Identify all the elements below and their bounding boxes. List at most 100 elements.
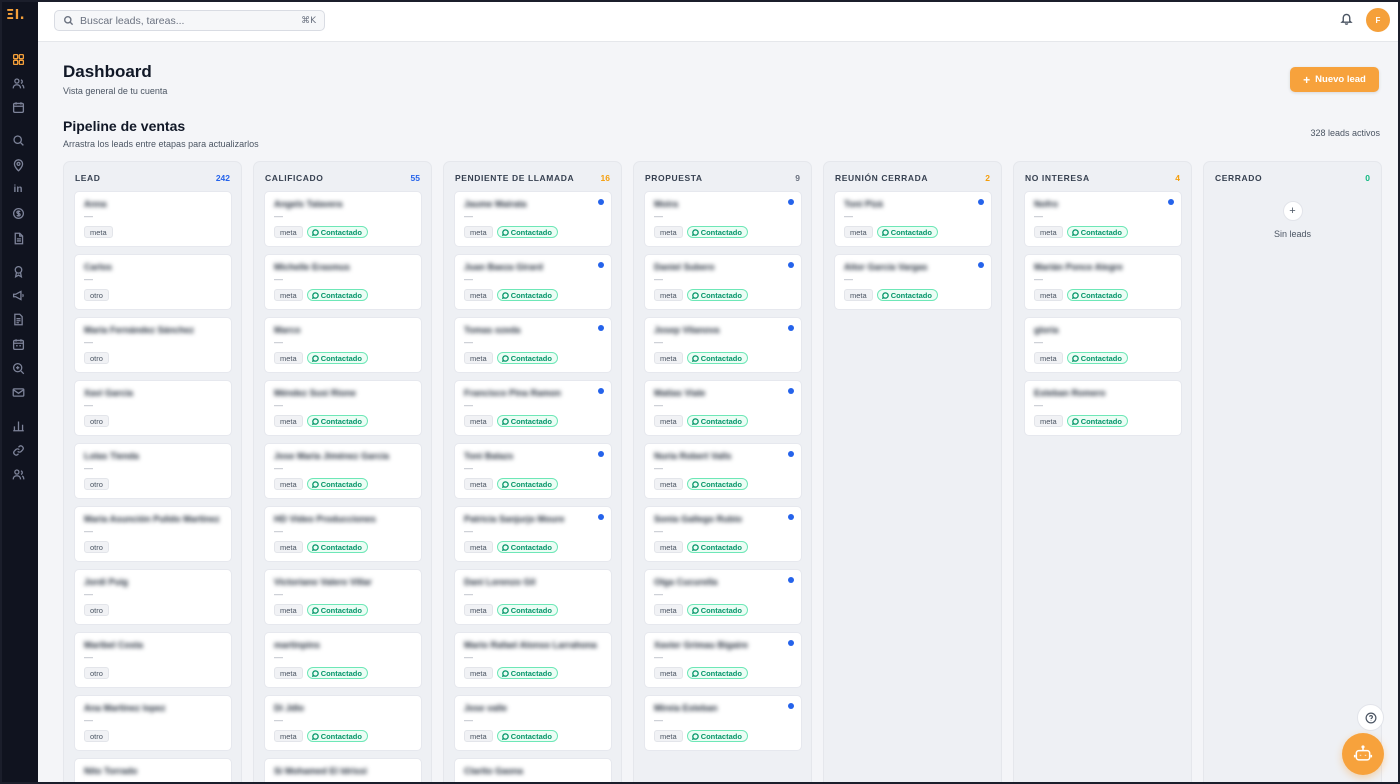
lead-detail: — — [274, 778, 283, 784]
help-button[interactable] — [1357, 704, 1384, 731]
lead-card[interactable]: Francisco Pina Ramon — meta Contactado — [454, 380, 612, 436]
lead-card[interactable]: Clarito Gaona—metaContactado — [454, 758, 612, 784]
search-icon — [64, 16, 74, 26]
lead-detail: — — [274, 589, 283, 599]
lead-card[interactable]: Dani Lorenzo Gil — meta Contactado — [454, 569, 612, 625]
lead-card[interactable]: Maria Asunción Pulido Martinez — otro — [74, 506, 232, 562]
status-badge: Contactado — [876, 226, 938, 238]
lead-tags: meta Contactado — [464, 667, 602, 679]
search-icon[interactable] — [9, 131, 27, 149]
lead-card[interactable]: Méndez Susi Rione — meta Contactado — [264, 380, 422, 436]
linkedin-icon[interactable]: in — [9, 180, 27, 198]
calendar-icon[interactable] — [9, 98, 27, 116]
lead-card[interactable]: Daniel Subero — meta Contactado — [644, 254, 802, 310]
lead-card[interactable]: Lolas Tienda — otro — [74, 443, 232, 499]
lead-detail: — — [84, 274, 93, 284]
lead-detail: — — [274, 652, 283, 662]
lead-card[interactable]: Maria Fernández Sánchez — otro — [74, 317, 232, 373]
lead-card[interactable]: Anna — meta — [74, 191, 232, 247]
lead-card[interactable]: Toni Balazs — meta Contactado — [454, 443, 612, 499]
notifications-bell-icon[interactable] — [1340, 12, 1356, 28]
status-label: Contactado — [700, 479, 742, 489]
lead-card[interactable]: Nofro — meta Contactado — [1024, 191, 1182, 247]
chat-bubble-icon — [501, 480, 509, 488]
lead-card[interactable]: Sonia Gallego Rubio — meta Contactado — [644, 506, 802, 562]
chat-bubble-icon — [691, 417, 699, 425]
lead-card[interactable]: Josep Vilanova — meta Contactado — [644, 317, 802, 373]
lead-card[interactable]: Esteban Romero — meta Contactado — [1024, 380, 1182, 436]
help-question-icon — [1365, 712, 1376, 723]
new-lead-button[interactable]: + Nuevo lead — [1290, 67, 1379, 92]
schedule-icon[interactable] — [9, 335, 27, 353]
status-label: Contactado — [510, 227, 552, 237]
dashboard-grid-icon[interactable] — [9, 50, 27, 68]
lead-card[interactable]: Jaume Mairata — meta Contactado — [454, 191, 612, 247]
source-tag: meta — [274, 730, 303, 742]
megaphone-icon[interactable] — [9, 286, 27, 304]
badge-icon[interactable] — [9, 262, 27, 280]
chat-bubble-icon — [501, 291, 509, 299]
lead-card[interactable]: Mario Rafael Alonso Larrahona — meta Contac… — [454, 632, 612, 688]
lead-card[interactable]: Di Jdlo — meta Contactado — [264, 695, 422, 751]
app-logo[interactable]: Ξl. — [6, 8, 32, 24]
document-icon[interactable] — [9, 229, 27, 247]
lead-card[interactable]: Olga Cucurella — meta Contactado — [644, 569, 802, 625]
lead-card[interactable]: Nuria Robert Valls — meta Contactado — [644, 443, 802, 499]
source-tag: meta — [274, 478, 303, 490]
lead-card[interactable]: Tomas ozeda — meta Contactado — [454, 317, 612, 373]
lead-card[interactable]: Aitor García Vargas — meta Contactado — [834, 254, 992, 310]
lead-card[interactable]: Mireia Esteban — meta Contactado — [644, 695, 802, 751]
status-badge: Contactado — [306, 289, 368, 301]
billing-coin-icon[interactable] — [9, 204, 27, 222]
lead-detail: — — [1034, 400, 1043, 410]
lead-card[interactable]: Patricia Sanjurjo Moure — meta Contactado — [454, 506, 612, 562]
lead-card[interactable]: Matias Viale — meta Contactado — [644, 380, 802, 436]
users-icon[interactable] — [9, 74, 27, 92]
lead-card[interactable]: martinpins — meta Contactado — [264, 632, 422, 688]
lead-card[interactable]: Jose valle — meta Contactado — [454, 695, 612, 751]
lead-card[interactable]: Ana Martinez lopez — otro — [74, 695, 232, 751]
lead-card[interactable]: Carlos — otro — [74, 254, 232, 310]
search-input[interactable] — [80, 14, 302, 27]
lead-detail: — — [1034, 337, 1043, 347]
lead-detail: — — [274, 337, 283, 347]
status-label: Contactado — [700, 605, 742, 615]
link-icon[interactable] — [9, 441, 27, 459]
lead-card[interactable]: Jose Maria Jiménez Garcia — meta Contactado — [264, 443, 422, 499]
lead-tags: meta Contactado — [274, 415, 412, 427]
team-icon[interactable] — [9, 465, 27, 483]
lead-card[interactable]: Marco — meta Contactado — [264, 317, 422, 373]
empty-state: + Sin leads — [1214, 201, 1371, 239]
lead-card[interactable]: gloria — meta Contactado — [1024, 317, 1182, 373]
location-pin-icon[interactable] — [9, 156, 27, 174]
unread-dot — [788, 640, 794, 646]
lead-card[interactable]: Xavier Grimau Bigaire — meta Contactado — [644, 632, 802, 688]
bar-chart-icon[interactable] — [9, 416, 27, 434]
lead-card[interactable]: Moira — meta Contactado — [644, 191, 802, 247]
file-text-icon[interactable] — [9, 310, 27, 328]
source-tag: meta — [1034, 352, 1063, 364]
lead-detail: — — [1034, 274, 1043, 284]
add-lead-plus-icon[interactable]: + — [1282, 201, 1303, 221]
mail-icon[interactable] — [9, 383, 27, 401]
zoom-search-icon[interactable] — [9, 359, 27, 377]
column-count: 242 — [215, 173, 230, 183]
source-tag: meta — [654, 415, 683, 427]
lead-card[interactable]: Victoriano Valero Villar — meta Contactado — [264, 569, 422, 625]
lead-card[interactable]: Toni Pizá — meta Contactado — [834, 191, 992, 247]
lead-card[interactable]: HD Video Producciones — meta Contactado — [264, 506, 422, 562]
lead-card[interactable]: Michelle Erasmus — meta Contactado — [264, 254, 422, 310]
lead-card[interactable]: Xavi Garcia — otro — [74, 380, 232, 436]
lead-card[interactable]: Marián Ponce Alegre — meta Contactado — [1024, 254, 1182, 310]
lead-detail: — — [84, 400, 93, 410]
lead-card[interactable]: Jordi Puig — otro — [74, 569, 232, 625]
lead-card[interactable]: Juan Baeza Girard — meta Contactado — [454, 254, 612, 310]
status-badge: Contactado — [496, 289, 558, 301]
search-box[interactable]: ⌘K — [54, 10, 325, 31]
user-avatar[interactable]: F — [1366, 8, 1390, 32]
lead-card[interactable]: Angels Talavera — meta Contactado — [264, 191, 422, 247]
assistant-bot-button[interactable] — [1342, 733, 1384, 775]
lead-card[interactable]: Maribel Costa — otro — [74, 632, 232, 688]
lead-card[interactable]: Si Mohamed El Idrissi—metaContactado — [264, 758, 422, 784]
lead-card[interactable]: Nito Torrado—otro — [74, 758, 232, 784]
